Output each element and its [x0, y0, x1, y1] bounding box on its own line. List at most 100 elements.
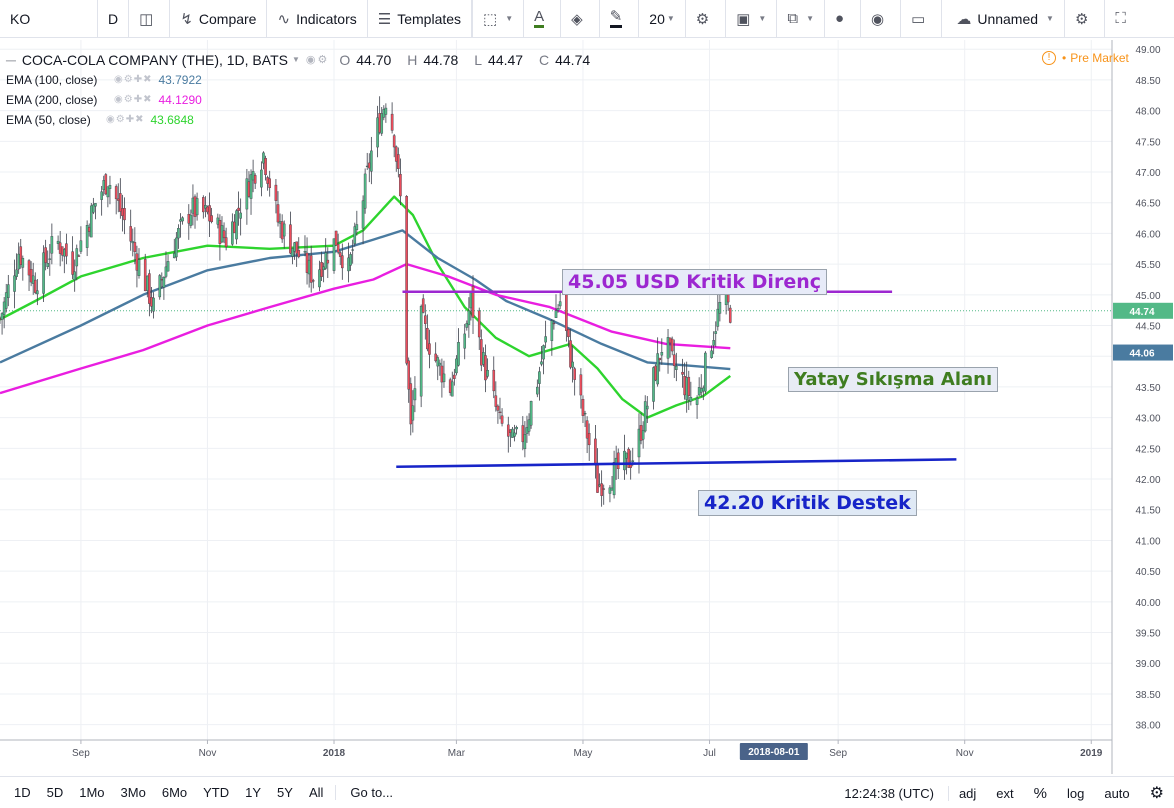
ext-toggle[interactable]: ext: [986, 786, 1023, 801]
clock[interactable]: 12:24:38 (UTC): [834, 785, 949, 801]
candle-body: [397, 154, 400, 169]
candle-body: [218, 219, 222, 244]
resistance-annotation[interactable]: 45.05 USD Kritik Direnç: [562, 269, 827, 295]
candle-body: [247, 181, 251, 197]
compare-button[interactable]: ↯ Compare: [170, 0, 268, 38]
indicator-action-icons[interactable]: ◉⚙✚✖: [114, 70, 152, 90]
adj-toggle[interactable]: adj: [949, 786, 986, 801]
lock-button[interactable]: ●: [825, 0, 862, 38]
indicator-action-icons[interactable]: ◉⚙✚✖: [106, 110, 144, 130]
candle-body: [469, 292, 473, 309]
line-color-button[interactable]: ✎: [600, 0, 640, 38]
candle-body: [135, 253, 139, 271]
candle-body: [550, 320, 554, 341]
candle-body: [625, 452, 628, 459]
pre-market-badge[interactable]: ! • Pre Market: [1042, 51, 1129, 65]
price-tick-label: 49.00: [1135, 45, 1160, 56]
candle-body: [137, 259, 141, 276]
symbol-search[interactable]: KO: [0, 0, 98, 38]
candle-body: [409, 383, 413, 425]
range-5d[interactable]: 5D: [39, 785, 72, 800]
pencil-icon: ✎: [609, 9, 623, 28]
candle-body: [264, 158, 267, 176]
candle-body: [484, 355, 487, 381]
range-6mo[interactable]: 6Mo: [154, 785, 195, 800]
legend-ema-50[interactable]: EMA (50, close) ◉⚙✚✖ 43.6848: [6, 110, 602, 130]
candle-body: [320, 262, 323, 277]
chart-properties-button[interactable]: ⚙: [1065, 0, 1106, 38]
candle-body: [210, 215, 213, 223]
legend-ema-200[interactable]: EMA (200, close) ◉⚙✚✖ 44.1290: [6, 90, 602, 110]
collapse-icon[interactable]: ─: [6, 50, 16, 70]
range-annotation[interactable]: Yatay Sıkışma Alanı: [788, 367, 999, 392]
interval-button[interactable]: D: [98, 0, 130, 38]
candle-body: [193, 196, 197, 217]
legend-ema-100[interactable]: EMA (100, close) ◉⚙✚✖ 43.7922: [6, 70, 602, 90]
chevron-down-icon[interactable]: ▼: [292, 50, 300, 70]
hide-button[interactable]: ◉: [861, 0, 902, 38]
candle-body: [610, 487, 614, 491]
candle-body: [423, 315, 427, 324]
price-tick-label: 48.50: [1135, 76, 1160, 87]
scale-settings-button[interactable]: ⚙: [1140, 783, 1174, 803]
fill-color-button[interactable]: ◈: [561, 0, 600, 38]
support-annotation[interactable]: 42.20 Kritik Destek: [698, 490, 917, 516]
delete-button[interactable]: ▭: [901, 0, 943, 38]
chevron-down-icon: ▼: [666, 14, 675, 23]
candle-body: [48, 258, 52, 260]
candle-body: [58, 242, 62, 254]
clone-icon: ⧉: [787, 10, 799, 27]
range-all[interactable]: All: [301, 785, 337, 800]
fullscreen-button[interactable]: ⛶: [1105, 0, 1142, 38]
range-1mo[interactable]: 1Mo: [71, 785, 112, 800]
price-chart[interactable]: 38.00 38.50 39.00 39.50 40.00 40.50 41.00 41.50…: [0, 40, 1174, 774]
range-3mo[interactable]: 3Mo: [113, 785, 154, 800]
compare-icon: ↯: [180, 10, 193, 28]
candle-body: [353, 226, 357, 244]
candle-body: [685, 377, 689, 400]
clone-button[interactable]: ⧉ ▼: [777, 0, 825, 38]
series-title: COCA-COLA COMPANY (THE), 1D, BATS: [21, 52, 288, 68]
candle-body: [710, 350, 713, 358]
auto-toggle[interactable]: auto: [1094, 786, 1139, 801]
range-1d[interactable]: 1D: [0, 785, 39, 800]
series-action-icons[interactable]: ◉⚙: [306, 50, 329, 70]
top-toolbar: KO D ◫ ↯ Compare ∿ Indicators ☰ Templates ⬚…: [0, 0, 1174, 38]
candle-body: [506, 424, 510, 437]
settings-button[interactable]: ⚙: [686, 0, 727, 38]
goto-button[interactable]: Go to...: [336, 785, 401, 800]
candle-body: [701, 387, 705, 392]
chart-pane[interactable]: 38.00 38.50 39.00 39.50 40.00 40.50 41.00 41.50…: [0, 40, 1174, 774]
text-color-button[interactable]: A: [524, 0, 562, 38]
chart-style-button[interactable]: ◫: [129, 0, 171, 38]
candle-body: [116, 198, 120, 201]
candle-body: [19, 246, 23, 265]
fill-bucket-icon: ◈: [571, 10, 583, 28]
range-1y[interactable]: 1Y: [237, 785, 269, 800]
range-5y[interactable]: 5Y: [269, 785, 301, 800]
layout-name-button[interactable]: ☁ Unnamed ▼: [942, 0, 1065, 38]
candle-body: [455, 358, 458, 374]
candle-body: [442, 373, 446, 383]
price-tick-label: 38.00: [1135, 721, 1160, 732]
candle-body: [187, 214, 191, 224]
candle-body: [496, 405, 500, 411]
visual-order-button[interactable]: ▣ ▼: [726, 0, 778, 38]
font-size-select[interactable]: 20 ▼: [639, 0, 686, 38]
indicator-action-icons[interactable]: ◉⚙✚✖: [114, 90, 152, 110]
candle-body: [204, 205, 207, 209]
candle-body: [405, 196, 408, 364]
ohlc-low: L 44.47: [474, 52, 524, 68]
indicators-button[interactable]: ∿ Indicators: [267, 0, 368, 38]
templates-button[interactable]: ☰ Templates: [368, 0, 473, 38]
drawing-select-button[interactable]: ⬚ ▼: [472, 0, 525, 38]
price-tick-label: 41.00: [1135, 536, 1160, 547]
candle-body: [334, 230, 338, 246]
log-toggle[interactable]: log: [1057, 786, 1094, 801]
candle-body: [370, 150, 373, 172]
time-tick-label: Sep: [829, 748, 847, 759]
range-ytd[interactable]: YTD: [195, 785, 237, 800]
candle-body: [565, 294, 568, 331]
candle-body: [21, 258, 25, 268]
percent-toggle[interactable]: %: [1024, 785, 1057, 802]
